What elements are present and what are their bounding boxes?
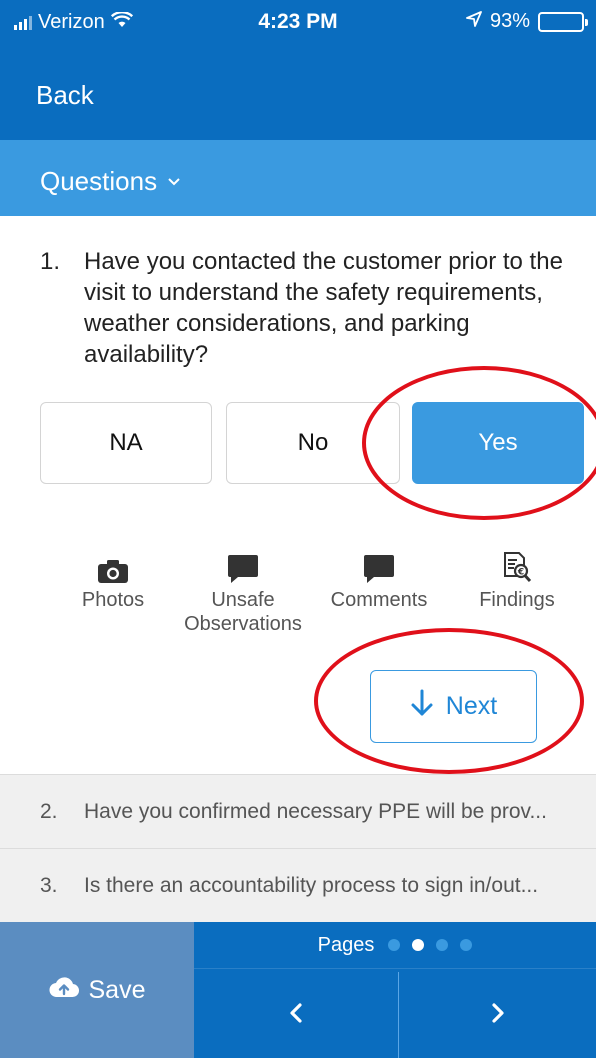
next-question-button[interactable]: Next	[370, 670, 537, 743]
cloud-upload-icon	[48, 976, 79, 1005]
page-dot	[412, 939, 425, 951]
comments-button[interactable]: Comments	[314, 548, 444, 612]
location-icon	[466, 10, 482, 33]
pages-indicator: Pages	[194, 922, 596, 968]
pages-label: Pages	[317, 933, 375, 956]
speech-bubble-icon	[178, 548, 308, 584]
arrow-down-icon	[410, 689, 434, 724]
chevron-down-icon	[167, 174, 181, 192]
current-question: 1. Have you contacted the customer prior…	[40, 246, 580, 370]
questions-header[interactable]: Questions	[0, 140, 596, 216]
camera-icon	[48, 548, 178, 584]
question-row-3[interactable]: 3. Is there an accountability process to…	[0, 848, 596, 922]
answer-yes-button[interactable]: Yes	[412, 402, 584, 484]
page-dot	[388, 939, 401, 951]
answer-na-button[interactable]: NA	[40, 402, 212, 484]
next-label: Next	[445, 692, 498, 720]
previous-page-button[interactable]	[194, 972, 399, 1058]
unsafe-label-2: Observations	[184, 613, 302, 635]
findings-icon: €	[452, 548, 582, 584]
question-2-number: 2.	[40, 799, 58, 823]
question-text: Have you contacted the customer prior to…	[84, 248, 563, 368]
page-dots	[388, 939, 473, 951]
next-page-button[interactable]	[400, 972, 596, 1058]
status-bar: Verizon 4:23 PM 93%	[0, 0, 596, 46]
question-3-number: 3.	[40, 873, 58, 897]
question-2-text: Have you confirmed necessary PPE will be…	[84, 799, 547, 823]
back-button[interactable]: Back	[36, 80, 94, 111]
pages-panel: Pages	[194, 922, 596, 1058]
findings-label: Findings	[479, 589, 555, 611]
comments-label: Comments	[330, 589, 428, 611]
unsafe-observations-button[interactable]: Unsafe Observations	[178, 548, 308, 636]
chevron-right-icon	[491, 998, 505, 1032]
battery-percent: 93%	[489, 10, 530, 32]
photos-button[interactable]: Photos	[48, 548, 178, 612]
question-3-text: Is there an accountability process to si…	[84, 873, 539, 897]
save-button[interactable]: Save	[0, 922, 194, 1058]
question-number: 1.	[40, 248, 61, 275]
photos-label: Photos	[81, 589, 145, 611]
comment-icon	[314, 548, 444, 584]
answer-no-button[interactable]: No	[226, 402, 400, 484]
page-dot	[460, 939, 473, 951]
svg-text:€: €	[517, 568, 524, 578]
unsafe-label-1: Unsafe	[211, 589, 275, 611]
pages-divider	[194, 968, 596, 969]
question-row-2[interactable]: 2. Have you confirmed necessary PPE will…	[0, 774, 596, 848]
battery-icon	[538, 11, 588, 32]
chevron-left-icon	[289, 998, 303, 1032]
page-dot	[436, 939, 449, 951]
save-label: Save	[88, 975, 146, 1004]
status-right: 93%	[466, 10, 588, 33]
footer: Save Pages	[0, 922, 596, 1058]
findings-button[interactable]: € Findings	[452, 548, 582, 612]
questions-title: Questions	[40, 166, 158, 196]
questions-dropdown[interactable]: Questions	[40, 166, 181, 197]
nav-bar: Back	[0, 46, 596, 140]
